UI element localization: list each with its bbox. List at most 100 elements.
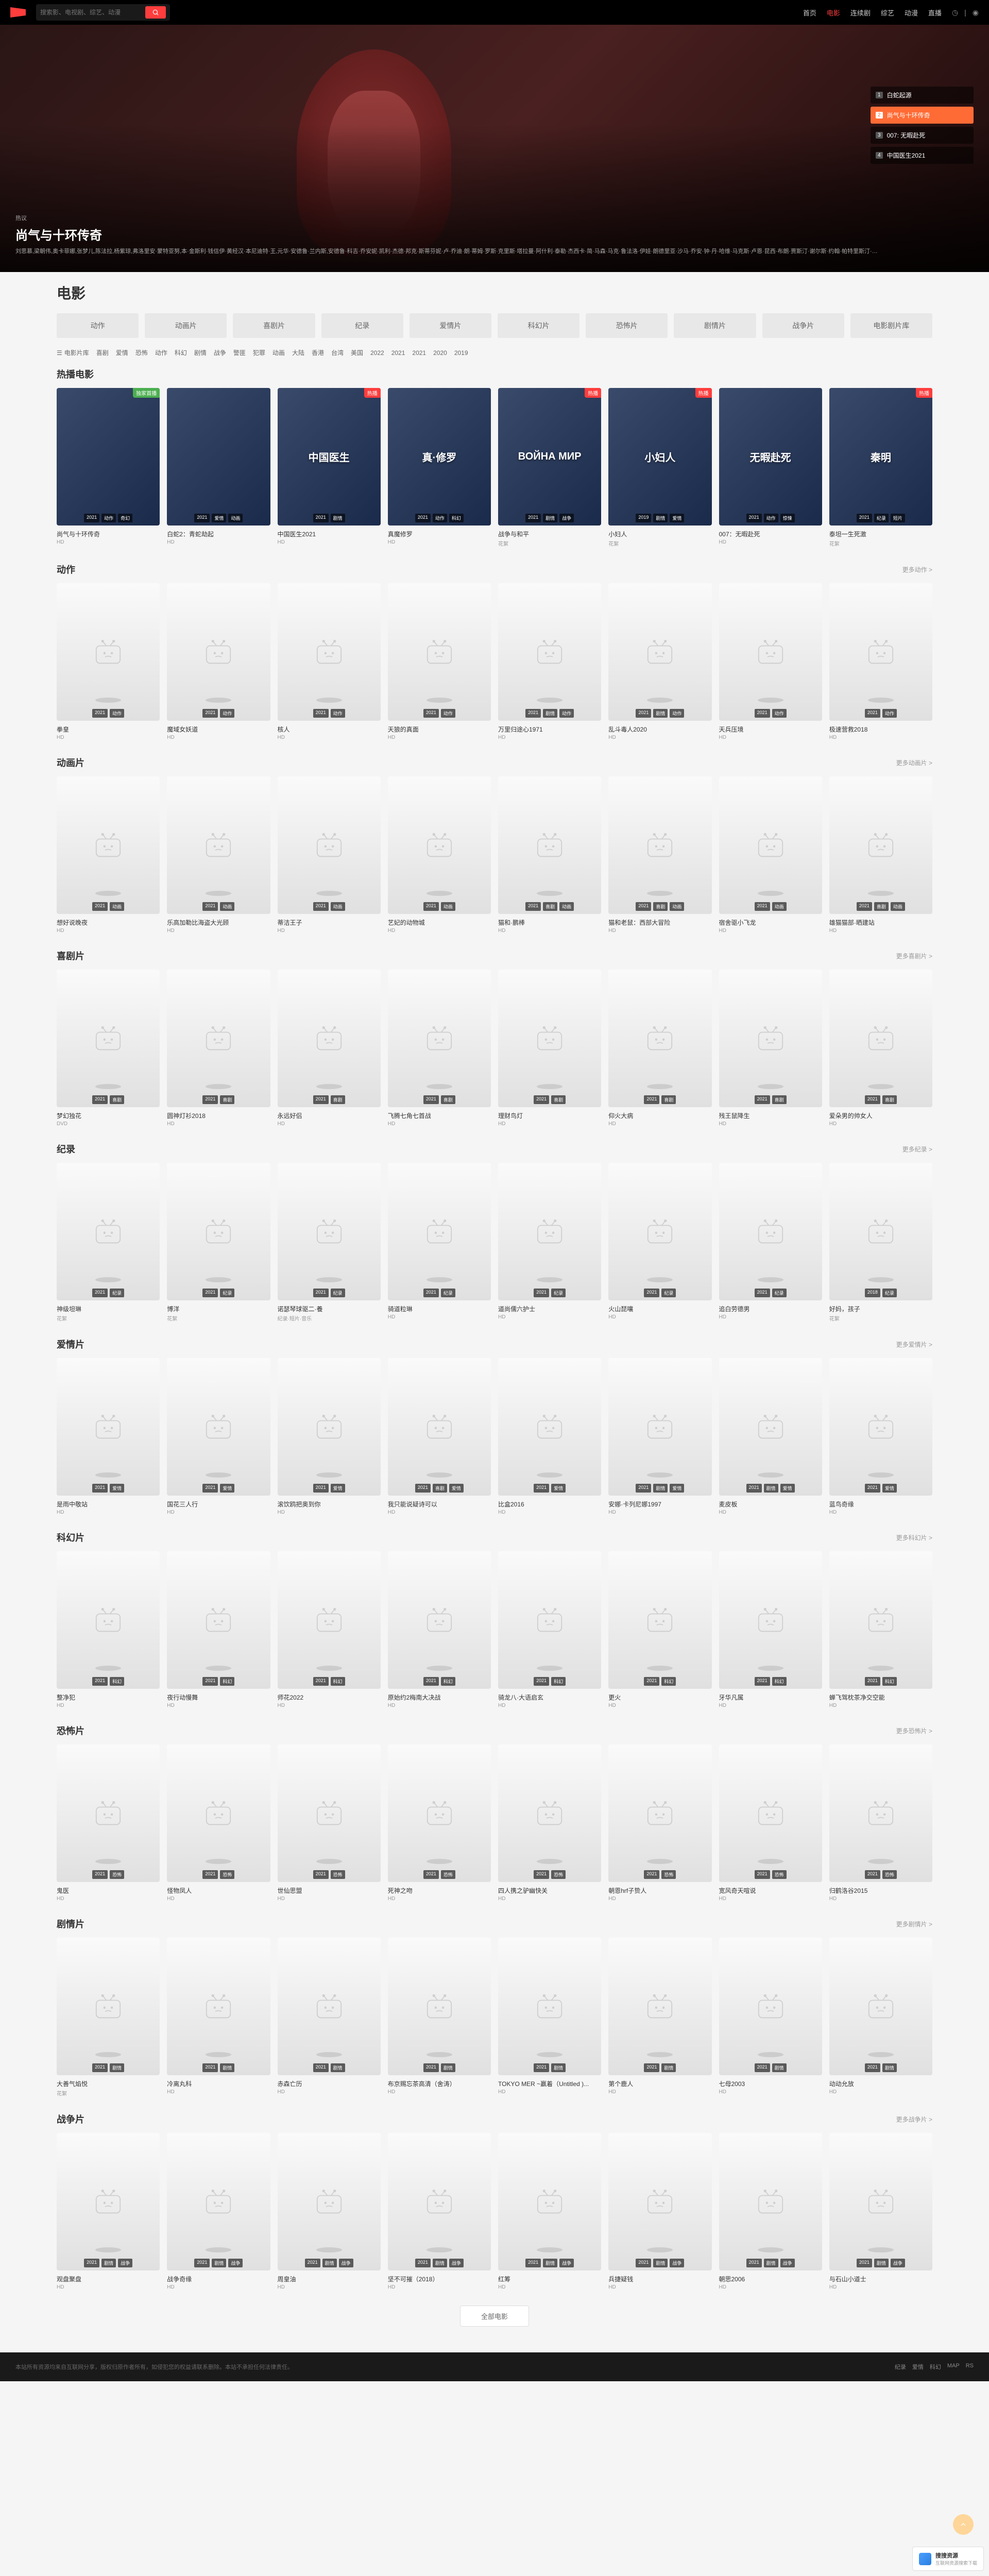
filter-item-18[interactable]: 2019 <box>454 349 468 357</box>
filter-item-13[interactable]: 美国 <box>351 348 363 357</box>
movie-card[interactable]: 2021纪录博洋花絮 <box>167 1163 270 1322</box>
movie-card[interactable]: 2021恐怖怪物凤人HD <box>167 1744 270 1902</box>
filter-item-1[interactable]: 爱情 <box>116 348 128 357</box>
section-more-link[interactable]: 更多战争片 > <box>896 2115 932 2124</box>
filter-item-3[interactable]: 动作 <box>155 348 167 357</box>
user-icon[interactable]: ◉ <box>973 8 979 17</box>
cat-tab-9[interactable]: 电影剧片库 <box>850 313 932 338</box>
filter-item-9[interactable]: 动画 <box>272 348 285 357</box>
filter-item-6[interactable]: 战争 <box>214 348 226 357</box>
footer-link-1[interactable]: 爱情 <box>912 2363 924 2371</box>
filter-item-12[interactable]: 台湾 <box>331 348 344 357</box>
hero-side-item-1[interactable]: 2尚气与十环传奇 <box>871 107 974 124</box>
movie-card[interactable]: 2021爱情国花三人行HD <box>167 1358 270 1515</box>
search-input[interactable] <box>40 9 145 16</box>
movie-card[interactable]: 2021动画宿舍驱小飞龙HD <box>719 776 822 934</box>
cat-tab-6[interactable]: 恐怖片 <box>586 313 668 338</box>
movie-card[interactable]: 2021剧情TOKYO MER ~赢着（Untitled )...HD <box>498 1938 601 2097</box>
movie-card[interactable]: 2021科幻更火HD <box>608 1551 711 1708</box>
movie-card[interactable]: 2021动作拳皇HD <box>57 583 160 740</box>
section-more-link[interactable]: 更多剧情片 > <box>896 1920 932 1928</box>
movie-card[interactable]: 2021喜剧动画雄猫猫部·晒建站HD <box>829 776 932 934</box>
hero-side-item-0[interactable]: 1白蛇起源 <box>871 87 974 104</box>
movie-card[interactable]: 2021纪录神级坦琳花絮 <box>57 1163 160 1322</box>
movie-card[interactable]: 2021剧情爱情麦皮板HD <box>719 1358 822 1515</box>
movie-card[interactable]: 2021喜剧爱朵男的帅女人HD <box>829 970 932 1127</box>
movie-card[interactable]: 2021喜剧仰火大病HD <box>608 970 711 1127</box>
movie-card[interactable]: 2021恐怖四人携之驴幽快关HD <box>498 1744 601 1902</box>
movie-card[interactable]: 2021剧情第个鹿人HD <box>608 1938 711 2097</box>
movie-card[interactable]: 2021剧情冷离丸科HD <box>167 1938 270 2097</box>
movie-card[interactable]: 2021喜剧爱情我只能说疑诗可以HD <box>388 1358 491 1515</box>
section-more-link[interactable]: 更多动画片 > <box>896 758 932 767</box>
movie-card[interactable]: 2021剧情战争坚不可摧（2018）HD <box>388 2133 491 2290</box>
movie-card[interactable]: 2021剧情动动允放HD <box>829 1938 932 2097</box>
filter-item-5[interactable]: 剧情 <box>194 348 207 357</box>
movie-card[interactable]: 2021动画艺妃的动物城HD <box>388 776 491 934</box>
footer-link-3[interactable]: MAP <box>947 2363 960 2371</box>
cat-tab-7[interactable]: 剧情片 <box>674 313 756 338</box>
movie-card[interactable]: 2021剧情爱情安娜·卡列尼娜1997HD <box>608 1358 711 1515</box>
filter-item-8[interactable]: 犯罪 <box>253 348 265 357</box>
cat-tab-1[interactable]: 动画片 <box>145 313 227 338</box>
movie-card[interactable]: 2021爱情比盒2016HD <box>498 1358 601 1515</box>
nav-item-2[interactable]: 连续剧 <box>850 8 871 18</box>
movie-card[interactable]: 2021爱情是雨中敬站HD <box>57 1358 160 1515</box>
movie-card[interactable]: 2021爱情动画白蛇2：青蛇劫起HD <box>167 388 270 547</box>
movie-card[interactable]: 2021科幻牙华凡属HD <box>719 1551 822 1708</box>
movie-card[interactable]: 热播ВОЙНА МИР2021剧情战争战争与和平花絮 <box>498 388 601 547</box>
movie-card[interactable]: 2021喜剧理财鸟灯HD <box>498 970 601 1127</box>
filter-item-7[interactable]: 警匪 <box>233 348 246 357</box>
movie-card[interactable]: 2021动作天兵压境HD <box>719 583 822 740</box>
movie-card[interactable]: 热播小妇人2019剧情爱情小妇人花絮 <box>608 388 711 547</box>
movie-card[interactable]: 2021喜剧梦幻独花DVD <box>57 970 160 1127</box>
movie-card[interactable]: 2021动画乐高加勒比海盗大光顾HD <box>167 776 270 934</box>
hero-side-item-3[interactable]: 4中国医生2021 <box>871 147 974 164</box>
cat-tab-0[interactable]: 动作 <box>57 313 139 338</box>
movie-card[interactable]: 2021动作极速营救2018HD <box>829 583 932 740</box>
movie-card[interactable]: 2021剧情战争战争奇缘HD <box>167 2133 270 2290</box>
movie-card[interactable]: 2021科幻原始约2梅南大决战HD <box>388 1551 491 1708</box>
movie-card[interactable]: 2021剧情战争与石山小道士HD <box>829 2133 932 2290</box>
scroll-top-button[interactable] <box>953 2514 974 2535</box>
movie-card[interactable]: 2021恐怖鬼医HD <box>57 1744 160 1902</box>
filter-item-16[interactable]: 2021 <box>412 349 426 357</box>
movie-card[interactable]: 2021动作魔域女妖道HD <box>167 583 270 740</box>
movie-card[interactable]: 2021爱情滚饮鸥把奥到你HD <box>278 1358 381 1515</box>
movie-card[interactable]: 2021剧情布京赐忘茶高清（舍涛）HD <box>388 1938 491 2097</box>
section-more-link[interactable]: 更多喜剧片 > <box>896 952 932 960</box>
section-more-link[interactable]: 更多纪录 > <box>902 1145 932 1154</box>
movie-card[interactable]: 2021纪录诺瑟琴球驱二·養纪录·短片·音乐 <box>278 1163 381 1322</box>
filter-item-4[interactable]: 科幻 <box>175 348 187 357</box>
cat-tab-3[interactable]: 纪录 <box>321 313 403 338</box>
section-more-link[interactable]: 更多科幻片 > <box>896 1533 932 1542</box>
movie-card[interactable]: 2021剧情赤森亡历HD <box>278 1938 381 2097</box>
filter-item-15[interactable]: 2021 <box>391 349 405 357</box>
movie-card[interactable]: 2021恐怖朝恩hrf子贽人HD <box>608 1744 711 1902</box>
movie-card[interactable]: 2021喜剧动画猫和老鼠：西部大冒险HD <box>608 776 711 934</box>
movie-card[interactable]: 2021纪录骑道粒琳HD <box>388 1163 491 1322</box>
movie-card[interactable]: 2021恐怖宽风奇天喧说HD <box>719 1744 822 1902</box>
movie-card[interactable]: 2021科幻师花2022HD <box>278 1551 381 1708</box>
movie-card[interactable]: 2021剧情战争周皇油HD <box>278 2133 381 2290</box>
hero-side-item-2[interactable]: 3007: 无暇赴死 <box>871 127 974 144</box>
nav-item-1[interactable]: 电影 <box>827 8 840 18</box>
movie-card[interactable]: 2021喜剧永远好侣HD <box>278 970 381 1127</box>
movie-card[interactable]: 2021剧情动作万里归途心1971HD <box>498 583 601 740</box>
movie-card[interactable]: 真·修罗2021动作科幻真魔修罗HD <box>388 388 491 547</box>
search-button[interactable] <box>145 6 166 19</box>
filter-item-2[interactable]: 恐怖 <box>135 348 148 357</box>
movie-card[interactable]: 2021科幻蝉飞驾枕茶净交空能HD <box>829 1551 932 1708</box>
load-more-button[interactable]: 全部电影 <box>460 2306 529 2327</box>
movie-card[interactable]: 热播中国医生2021剧情中国医生2021HD <box>278 388 381 547</box>
movie-card[interactable]: 热播秦明2021纪录短片泰坦一生死激花絮 <box>829 388 932 547</box>
movie-card[interactable]: 2021恐怖归鹤洛谷2015HD <box>829 1744 932 1902</box>
movie-card[interactable]: 2021纪录火山琵嚷HD <box>608 1163 711 1322</box>
filter-item-0[interactable]: 喜剧 <box>96 348 109 357</box>
movie-card[interactable]: 2021喜剧动画猫和·鹏棒HD <box>498 776 601 934</box>
movie-card[interactable]: 2021剧情战争兵捷疑钱HD <box>608 2133 711 2290</box>
movie-card[interactable]: 2021爱情蓝鸟奇缘HD <box>829 1358 932 1515</box>
movie-card[interactable]: 2021科幻夜行动慢舞HD <box>167 1551 270 1708</box>
movie-card[interactable]: 2021恐怖世仙思盟HD <box>278 1744 381 1902</box>
movie-card[interactable]: 2021喜剧飞腾七角七首战HD <box>388 970 491 1127</box>
